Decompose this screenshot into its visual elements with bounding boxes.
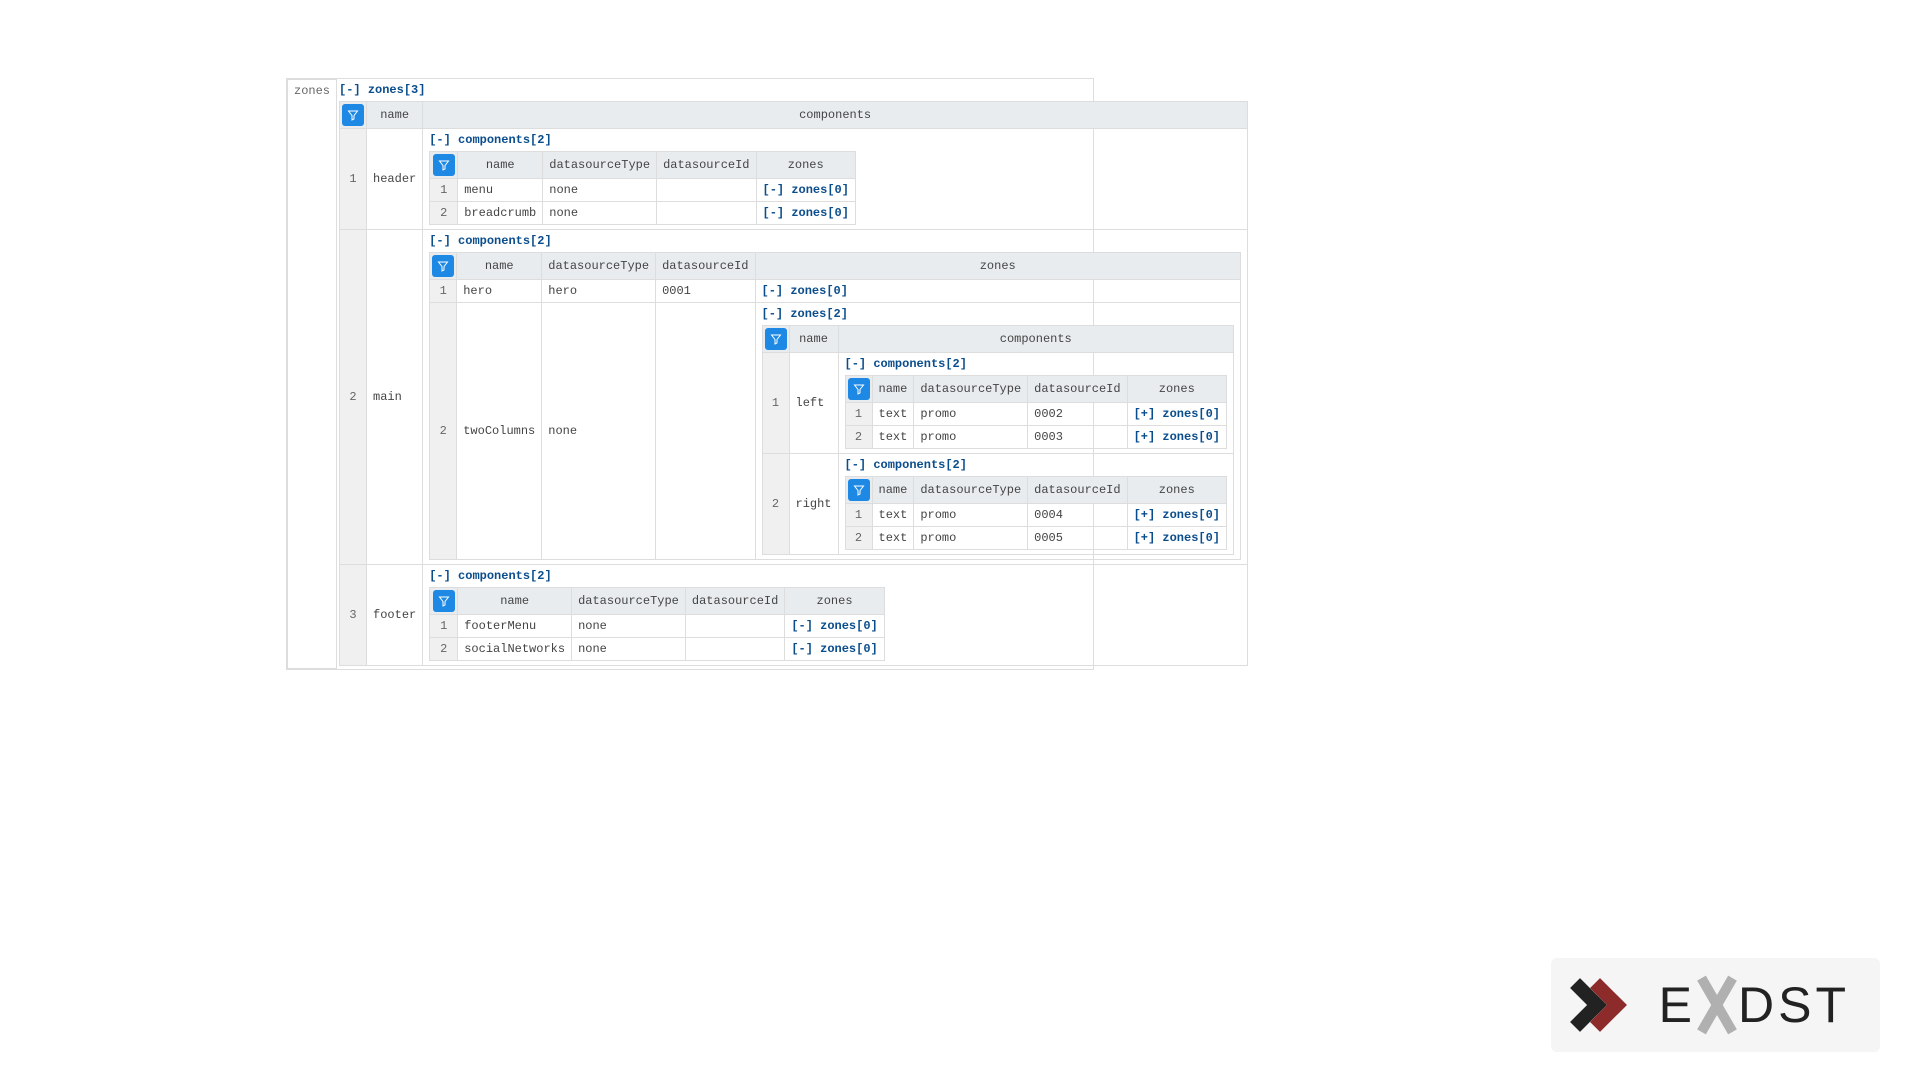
- table-row: 2 right [-] components[2]: [762, 453, 1234, 554]
- table-row: 2 twoColumns none [-] zones[2]: [430, 302, 1241, 559]
- zones-toggle[interactable]: [+] zones[0]: [1134, 531, 1220, 545]
- table-row: 1 header [-] components[2]: [340, 128, 1248, 229]
- table-row: 1 footerMenu none [-] zones[0]: [430, 614, 885, 637]
- zones-toggle[interactable]: [-] zones[0]: [791, 619, 877, 633]
- filter-icon[interactable]: [433, 154, 455, 176]
- filter-icon[interactable]: [432, 255, 454, 277]
- zones-root-toggle[interactable]: [-] zones[3]: [339, 83, 425, 97]
- zones-toggle[interactable]: [-] zones[0]: [791, 642, 877, 656]
- array-label: zones[3]: [368, 83, 426, 97]
- zones-toggle[interactable]: [+] zones[0]: [1134, 508, 1220, 522]
- brand-text: E DST: [1659, 976, 1850, 1034]
- components-toggle[interactable]: [-] components[2]: [845, 458, 967, 472]
- json-viewer-root: zones [-] zones[3]: [286, 78, 1094, 670]
- table-row: 2 text promo 0005 [+] zones[0]: [845, 526, 1226, 549]
- filter-icon[interactable]: [848, 479, 870, 501]
- x-icon: [1696, 980, 1738, 1030]
- filter-icon[interactable]: [433, 590, 455, 612]
- table-row: 1 menu none [-] zones[0]: [430, 178, 856, 201]
- table-row: 1 text promo 0004 [+] zones[0]: [845, 503, 1226, 526]
- table-row: 3 footer [-] components[2] namedatasourc…: [340, 564, 1248, 665]
- table-row: 1 left [-] components[2]: [762, 352, 1234, 453]
- root-label: zones: [288, 80, 337, 669]
- components-toggle[interactable]: [-] components[2]: [429, 234, 551, 248]
- zones-toggle[interactable]: [-] zones[0]: [763, 206, 849, 220]
- zone-name: footer: [367, 564, 423, 665]
- chevron-right-icon: [1561, 968, 1635, 1042]
- components-toggle[interactable]: [-] components[2]: [845, 357, 967, 371]
- table-row: 2 main [-] components[2] name: [340, 229, 1248, 564]
- components-toggle[interactable]: [-] components[2]: [429, 133, 551, 147]
- zones-toggle[interactable]: [-] zones[2]: [762, 307, 848, 321]
- brand-logo: E DST: [1551, 958, 1880, 1052]
- col-components: components: [423, 101, 1248, 128]
- col-name: name: [367, 101, 423, 128]
- table-row: 2 socialNetworks none [-] zones[0]: [430, 637, 885, 660]
- filter-icon[interactable]: [342, 104, 364, 126]
- collapse-icon: [-]: [339, 83, 361, 97]
- zones-toggle[interactable]: [+] zones[0]: [1134, 430, 1220, 444]
- zones-toggle[interactable]: [-] zones[0]: [762, 284, 848, 298]
- components-toggle[interactable]: [-] components[2]: [429, 569, 551, 583]
- table-row: 2 breadcrumb none [-] zones[0]: [430, 201, 856, 224]
- table-row: 1 text promo 0002 [+] zones[0]: [845, 402, 1226, 425]
- filter-icon[interactable]: [848, 378, 870, 400]
- zones-toggle[interactable]: [-] zones[0]: [763, 183, 849, 197]
- zones-toggle[interactable]: [+] zones[0]: [1134, 407, 1220, 421]
- table-row: 1 hero hero 0001 [-] zones[0]: [430, 279, 1241, 302]
- zone-name: main: [367, 229, 423, 564]
- row-index: 1: [340, 128, 367, 229]
- table-row: 2 text promo 0003 [+] zones[0]: [845, 425, 1226, 448]
- filter-icon[interactable]: [765, 328, 787, 350]
- zone-name: header: [367, 128, 423, 229]
